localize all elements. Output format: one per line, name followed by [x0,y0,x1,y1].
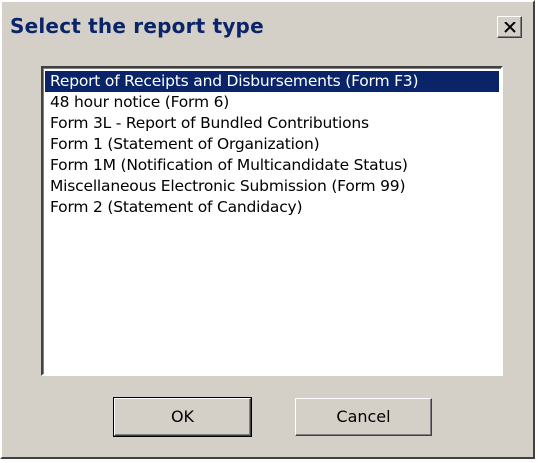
list-item[interactable]: 48 hour notice (Form 6) [45,92,499,113]
title-bar: Select the report type [4,4,531,46]
cancel-button[interactable]: Cancel [295,398,432,436]
select-report-type-dialog: Select the report type Report of Receipt… [0,0,535,459]
close-button[interactable] [497,16,522,38]
ok-button[interactable]: OK [113,397,252,437]
dialog-title: Select the report type [10,14,264,38]
list-item[interactable]: Form 3L - Report of Bundled Contribution… [45,113,499,134]
list-item[interactable]: Form 2 (Statement of Candidacy) [45,197,499,218]
list-item[interactable]: Form 1M (Notification of Multicandidate … [45,155,499,176]
list-item[interactable]: Form 1 (Statement of Organization) [45,134,499,155]
list-item[interactable]: Miscellaneous Electronic Submission (For… [45,176,499,197]
close-icon [504,22,516,33]
list-item[interactable]: Report of Receipts and Disbursements (Fo… [45,71,499,92]
report-type-listbox[interactable]: Report of Receipts and Disbursements (Fo… [41,66,503,376]
